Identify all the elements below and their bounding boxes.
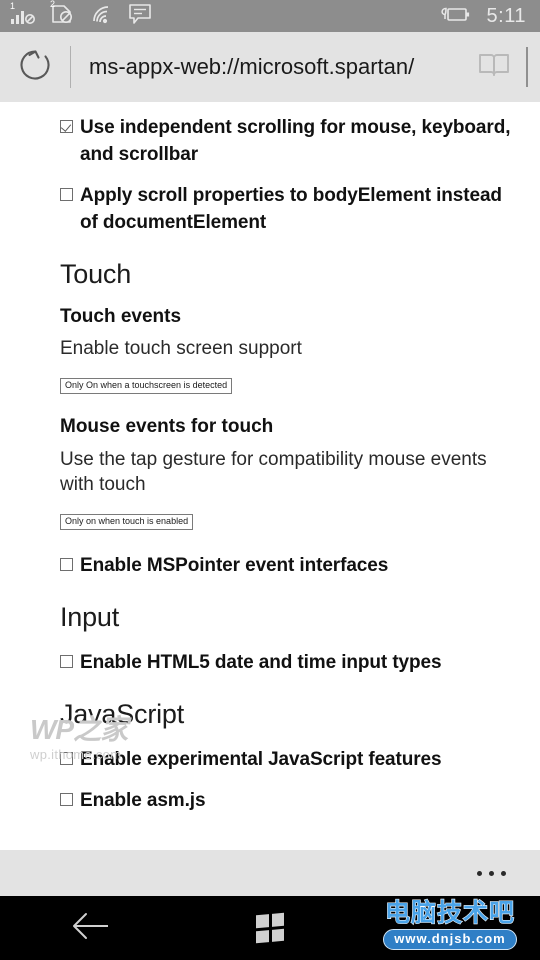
status-bar-clock: 5:11 — [486, 4, 526, 27]
refresh-button[interactable] — [0, 32, 70, 102]
section-heading-javascript: JavaScript — [60, 698, 185, 729]
sim-no-service-number: 2 — [50, 0, 56, 9]
checkbox-enable-mspointer-event-interfaces[interactable] — [60, 558, 73, 572]
start-button[interactable] — [180, 896, 360, 960]
signal-bars-icon: 1 — [10, 0, 36, 30]
url-field[interactable]: ms-appx-web://microsoft.spartan/ — [71, 54, 462, 80]
url-text: ms-appx-web://microsoft.spartan/ — [89, 54, 415, 79]
dot — [489, 870, 494, 876]
back-arrow-icon — [68, 910, 112, 947]
subheading-touch-events: Touch events — [60, 305, 182, 327]
checkbox-enable-asm-js[interactable] — [60, 792, 73, 806]
checkbox-use-independent-scrolling[interactable] — [60, 120, 73, 133]
section-heading-input: Input — [60, 602, 120, 633]
setting-enable-experimental-javascript-features[interactable]: Enable experimental JavaScript features — [60, 746, 520, 773]
windows-start-icon — [256, 912, 284, 944]
refresh-icon — [16, 46, 54, 89]
status-bar: 1 2 5:11 — [0, 0, 540, 32]
page-content: Use independent scrolling for mouse, key… — [0, 102, 540, 850]
checkbox-enable-html5-date-time-input[interactable] — [60, 654, 73, 668]
checkbox-label: Use independent scrolling for mouse, key… — [80, 117, 511, 165]
reading-view-button[interactable] — [462, 32, 526, 102]
checkbox-label: Enable MSPointer event interfaces — [80, 555, 389, 577]
checkbox-label: Apply scroll properties to bodyElement i… — [80, 185, 502, 233]
checkbox-label: Enable asm.js — [80, 789, 206, 811]
setting-enable-mspointer-event-interfaces[interactable]: Enable MSPointer event interfaces — [60, 552, 520, 579]
message-icon — [128, 3, 152, 30]
checkbox-label: Enable experimental JavaScript features — [80, 748, 442, 770]
description-tap-gesture-compatibility: Use the tap gesture for compatibility mo… — [60, 449, 487, 496]
back-button[interactable] — [0, 896, 180, 960]
more-ellipsis-icon[interactable] — [471, 861, 512, 886]
win-tile — [271, 912, 284, 927]
wifi-icon — [90, 5, 114, 30]
section-heading-touch: Touch — [60, 259, 132, 289]
setting-enable-asm-js[interactable]: Enable asm.js — [60, 787, 520, 814]
dot — [501, 870, 506, 876]
checkbox-enable-experimental-javascript-features[interactable] — [60, 751, 73, 765]
setting-apply-scroll-properties-bodyelement[interactable]: Apply scroll properties to bodyElement i… — [60, 182, 520, 236]
select-touch-events[interactable]: Only On when a touchscreen is detected — [60, 378, 233, 395]
win-tile — [256, 914, 269, 928]
setting-enable-html5-date-time-input[interactable]: Enable HTML5 date and time input types — [60, 649, 520, 676]
status-bar-left-icons: 1 2 — [10, 0, 439, 30]
address-bar: ms-appx-web://microsoft.spartan/ — [0, 32, 540, 102]
select-mouse-events[interactable]: Only on when touch is enabled — [60, 514, 194, 531]
sim-no-service-icon: 2 — [50, 0, 76, 30]
navigation-bar — [0, 896, 540, 960]
description-enable-touch-screen-support: Enable touch screen support — [60, 338, 302, 360]
group-mouse-events-for-touch: Mouse events for touch Use the tap gestu… — [60, 416, 520, 548]
status-bar-right: 5:11 — [439, 4, 526, 29]
battery-saver-icon — [439, 4, 471, 29]
group-touch-events: Touch events Enable touch screen support… — [60, 306, 520, 413]
win-tile — [256, 929, 269, 944]
checkbox-apply-scroll-properties-bodyelement[interactable] — [60, 188, 73, 201]
setting-use-independent-scrolling[interactable]: Use independent scrolling for mouse, key… — [60, 114, 520, 168]
win-tile — [271, 928, 284, 942]
address-bar-divider-right — [526, 47, 528, 87]
dot — [477, 870, 482, 876]
signal-bars-sim-number: 1 — [10, 0, 16, 11]
checkbox-label: Enable HTML5 date and time input types — [80, 651, 442, 673]
reading-view-icon — [477, 50, 511, 85]
subheading-mouse-events-for-touch: Mouse events for touch — [60, 416, 274, 438]
browser-bottom-toolbar — [0, 850, 540, 896]
